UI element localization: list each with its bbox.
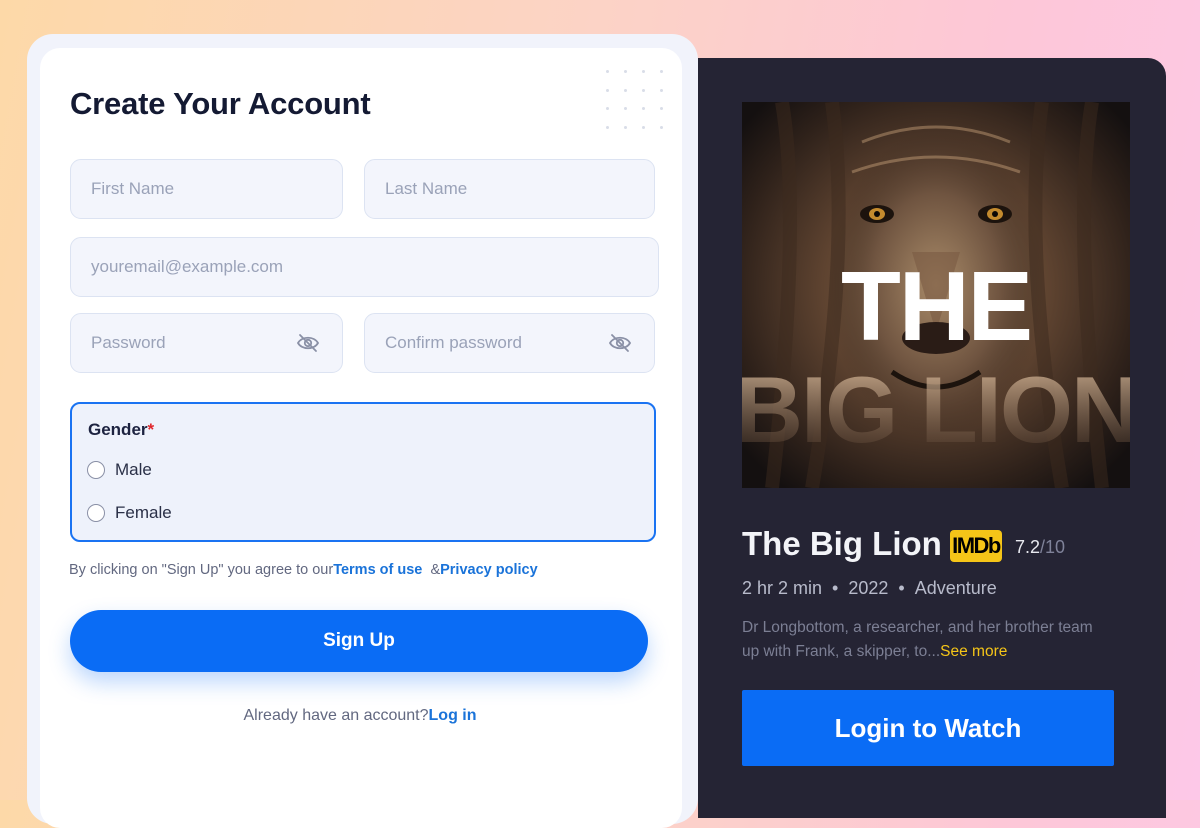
movie-year: 2022 (848, 578, 889, 598)
poster-title-the: THE (841, 251, 1031, 361)
option-label: Male (115, 460, 152, 479)
poster-title-big-lion: BIG LION (742, 357, 1130, 462)
login-prompt: Already have an account?Log in (0, 707, 720, 725)
rating-scale: /10 (1040, 537, 1066, 557)
agreement-text: By clicking on "Sign Up" you agree to ou… (69, 562, 334, 578)
gender-option-female[interactable]: Female (87, 503, 172, 523)
page-title: Create Your Account (70, 86, 371, 121)
radio-button[interactable] (87, 461, 105, 479)
required-marker: * (147, 420, 155, 439)
login-prompt-text: Already have an account? (243, 707, 429, 724)
imdb-badge: IMDb (950, 530, 1002, 562)
last-name-field[interactable] (364, 159, 655, 219)
sign-up-button[interactable]: Sign Up (70, 610, 648, 672)
see-more-link[interactable]: See more (940, 643, 1007, 660)
meta-separator: • (832, 578, 839, 598)
terms-of-use-link[interactable]: Terms of use (333, 562, 422, 578)
email-field[interactable] (70, 237, 659, 297)
movie-genre: Adventure (914, 578, 997, 598)
login-to-watch-button[interactable]: Login to Watch (742, 690, 1114, 766)
movie-rating: 7.2/10 (1015, 537, 1065, 558)
movie-meta: 2 hr 2 min • 2022 • Adventure (742, 578, 997, 599)
gender-group: Gender* Male Female (70, 402, 656, 542)
movie-description: Dr Longbottom, a researcher, and her bro… (742, 616, 1102, 664)
meta-separator: • (898, 578, 905, 598)
movie-poster: THE BIG LION (742, 102, 1130, 488)
gender-label: Gender* (88, 420, 154, 440)
gender-option-male[interactable]: Male (87, 460, 152, 480)
movie-duration: 2 hr 2 min (742, 578, 823, 598)
first-name-input[interactable] (89, 178, 324, 200)
eye-off-icon[interactable] (296, 333, 320, 353)
eye-off-icon[interactable] (608, 333, 632, 353)
rating-value: 7.2 (1015, 537, 1041, 557)
first-name-field[interactable] (70, 159, 343, 219)
terms-agreement: By clicking on "Sign Up" you agree to ou… (69, 562, 538, 578)
agreement-connector: & (430, 562, 441, 578)
password-field[interactable] (70, 313, 343, 373)
password-input[interactable] (89, 332, 324, 354)
gender-label-text: Gender (88, 420, 148, 439)
email-input[interactable] (89, 256, 640, 278)
last-name-input[interactable] (383, 178, 636, 200)
description-text: Dr Longbottom, a researcher, and her bro… (742, 619, 1093, 660)
option-label: Female (115, 503, 172, 522)
confirm-password-input[interactable] (383, 332, 636, 354)
decorative-dots (606, 70, 666, 130)
movie-title: The Big Lion (742, 525, 942, 562)
radio-button[interactable] (87, 504, 105, 522)
confirm-password-field[interactable] (364, 313, 655, 373)
log-in-link[interactable]: Log in (429, 707, 477, 724)
privacy-policy-link[interactable]: Privacy policy (440, 562, 538, 578)
